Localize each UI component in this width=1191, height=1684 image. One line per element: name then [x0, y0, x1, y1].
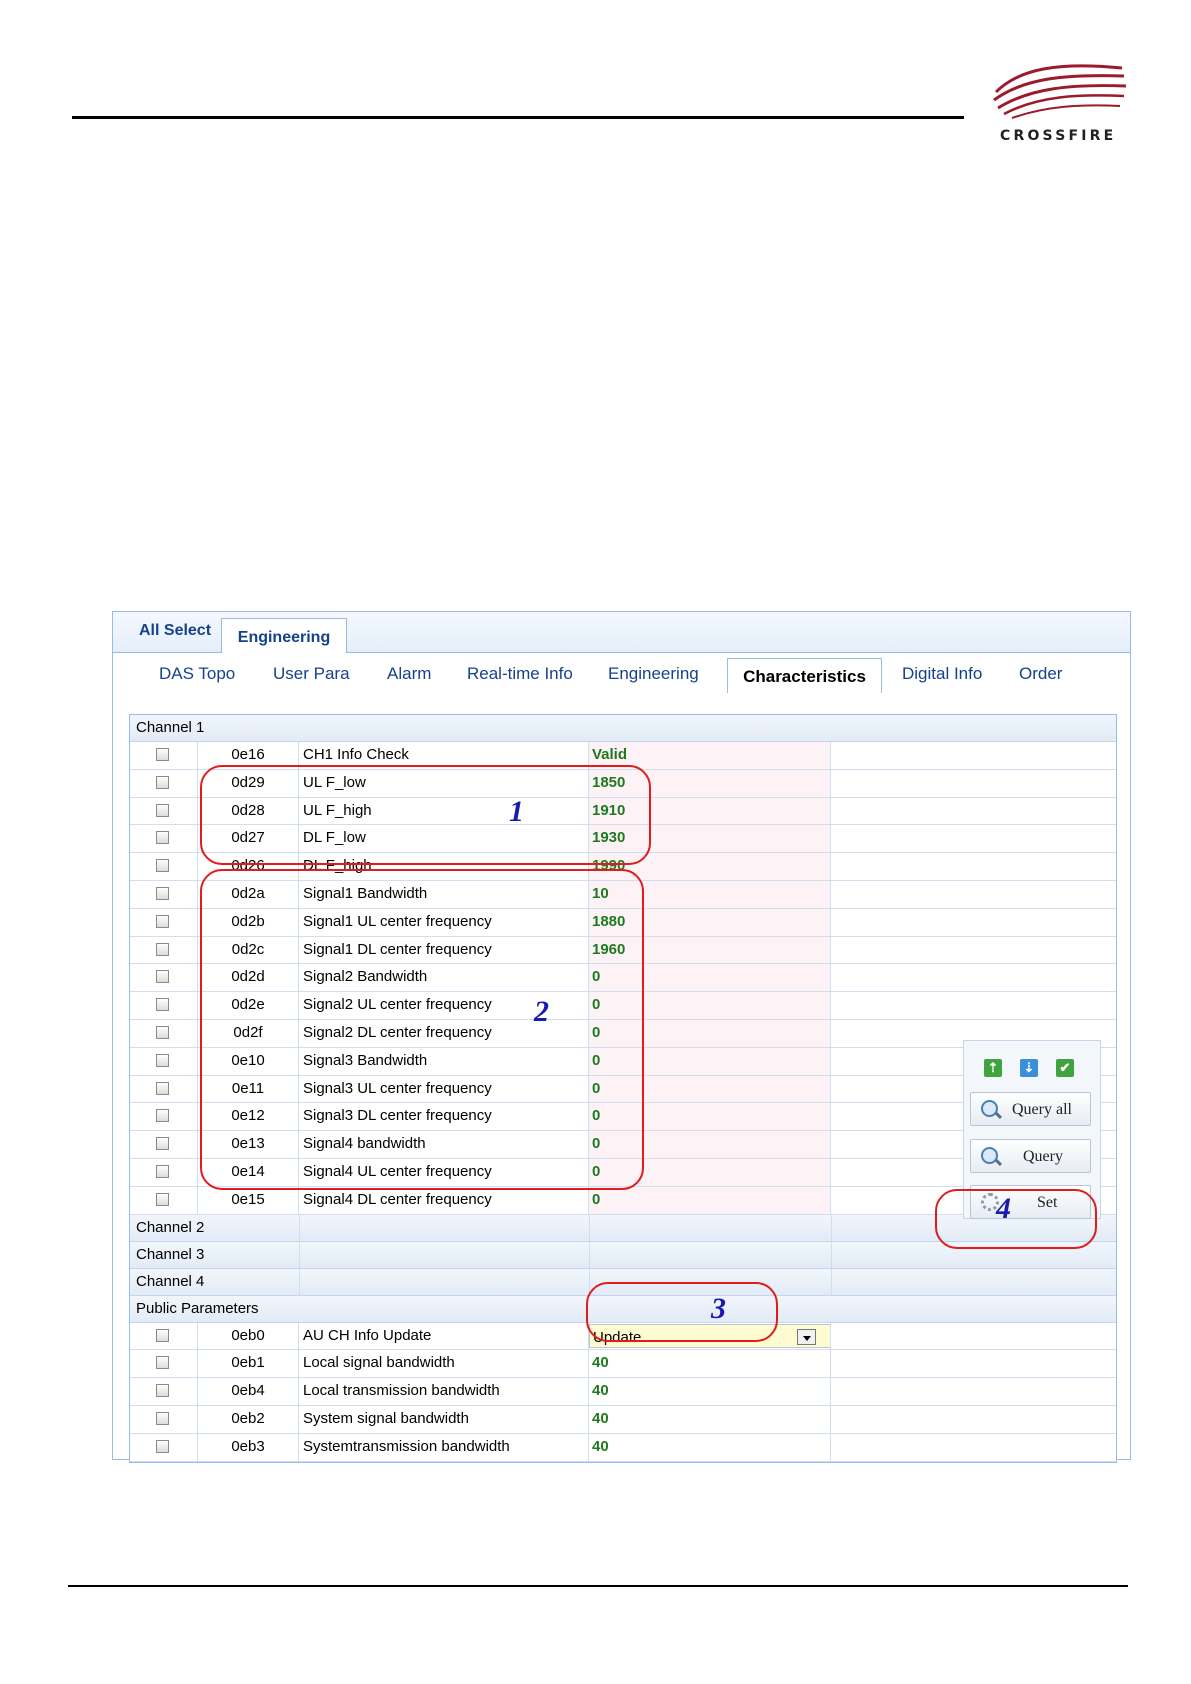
row-checkbox[interactable] — [156, 859, 169, 873]
row-checkbox[interactable] — [156, 1328, 169, 1342]
group-label: Channel 1 — [136, 719, 205, 736]
group-channel-1[interactable]: Channel 1 — [130, 715, 1116, 742]
row-checkbox[interactable] — [156, 942, 169, 956]
annotation-number-4: 4 — [996, 1192, 1011, 1225]
param-code: 0eb0 — [198, 1322, 299, 1350]
table-row: 0eb4 Local transmission bandwidth 40 — [130, 1378, 1116, 1406]
tab-real-time-info[interactable]: Real-time Info — [467, 664, 573, 684]
param-value[interactable]: 40 — [589, 1405, 831, 1433]
group-label: Channel 4 — [136, 1272, 205, 1290]
top-tab-bar: All Select Engineering — [113, 612, 1130, 653]
crossfire-wave-icon — [993, 64, 1127, 119]
query-all-button[interactable]: Query all — [970, 1092, 1091, 1126]
row-checkbox[interactable] — [156, 803, 169, 817]
sub-tab-bar: DAS Topo User Para Alarm Real-time Info … — [113, 653, 1130, 693]
annotation-number-1: 1 — [509, 795, 524, 828]
check-icon[interactable]: ✔ — [1056, 1059, 1074, 1077]
row-checkbox[interactable] — [156, 1081, 169, 1095]
tab-alarm[interactable]: Alarm — [387, 664, 431, 684]
param-name: AU CH Info Update — [299, 1322, 589, 1350]
param-name: Signal4 DL center frequency — [299, 1186, 589, 1214]
table-row: 0eb3 Systemtransmission bandwidth 40 — [130, 1433, 1116, 1462]
param-code: 0eb4 — [198, 1378, 299, 1405]
param-code: 0eb3 — [198, 1433, 299, 1461]
group-label: Public Parameters — [136, 1299, 259, 1317]
tab-characteristics[interactable]: Characteristics — [727, 658, 882, 693]
group-label: Channel 2 — [136, 1218, 205, 1236]
annotation-highlight-2 — [200, 869, 644, 1190]
param-name: System signal bandwidth — [299, 1405, 589, 1433]
annotation-number-2: 2 — [534, 995, 549, 1028]
header-rule — [72, 116, 964, 119]
tab-engineering-top[interactable]: Engineering — [221, 618, 347, 653]
tab-all-select[interactable]: All Select — [139, 622, 211, 640]
chevron-down-icon[interactable] — [797, 1328, 816, 1345]
query-button[interactable]: Query — [970, 1139, 1091, 1173]
row-checkbox[interactable] — [156, 970, 169, 984]
annotation-highlight-4 — [935, 1189, 1097, 1249]
table-row: 0eb1 Local signal bandwidth 40 — [130, 1350, 1116, 1379]
group-label: Channel 3 — [136, 1245, 205, 1263]
param-value[interactable]: 0 — [589, 1186, 831, 1214]
tab-das-topo[interactable]: DAS Topo — [159, 664, 235, 684]
row-checkbox[interactable] — [156, 1384, 169, 1398]
param-name: Systemtransmission bandwidth — [299, 1433, 589, 1461]
param-value[interactable]: 40 — [589, 1433, 831, 1461]
brand-name: CROSSFIRE — [1000, 128, 1117, 144]
param-value[interactable]: 40 — [589, 1378, 831, 1405]
footer-rule — [68, 1585, 1128, 1587]
row-checkbox[interactable] — [156, 831, 169, 845]
annotation-highlight-1 — [200, 765, 651, 865]
param-code: 0eb2 — [198, 1405, 299, 1433]
row-checkbox[interactable] — [156, 1025, 169, 1039]
tab-engineering[interactable]: Engineering — [608, 664, 699, 684]
tab-user-para[interactable]: User Para — [273, 664, 350, 684]
table-row: 0eb2 System signal bandwidth 40 — [130, 1405, 1116, 1434]
upload-icon[interactable]: ⇡ — [984, 1059, 1002, 1077]
brand-logo: CROSSFIRE — [990, 48, 1130, 148]
tab-digital-info[interactable]: Digital Info — [902, 664, 982, 684]
row-checkbox[interactable] — [156, 914, 169, 928]
row-checkbox[interactable] — [156, 1411, 169, 1425]
param-code: 0e15 — [198, 1186, 299, 1214]
row-checkbox[interactable] — [156, 1109, 169, 1123]
row-checkbox[interactable] — [156, 998, 169, 1012]
row-checkbox[interactable] — [156, 1164, 169, 1178]
annotation-highlight-3 — [586, 1282, 778, 1342]
row-checkbox[interactable] — [156, 1192, 169, 1206]
param-name: Local transmission bandwidth — [299, 1378, 589, 1405]
row-checkbox[interactable] — [156, 1356, 169, 1370]
row-checkbox[interactable] — [156, 886, 169, 900]
row-checkbox[interactable] — [156, 775, 169, 789]
param-name: Local signal bandwidth — [299, 1350, 589, 1378]
search-icon — [981, 1147, 998, 1164]
download-icon[interactable]: ⇣ — [1020, 1059, 1038, 1077]
search-icon — [981, 1100, 998, 1117]
param-value[interactable]: 40 — [589, 1350, 831, 1378]
row-checkbox[interactable] — [156, 1137, 169, 1151]
tab-order[interactable]: Order — [1019, 664, 1062, 684]
param-code: 0eb1 — [198, 1350, 299, 1378]
row-checkbox[interactable] — [156, 1439, 169, 1453]
annotation-number-3: 3 — [711, 1292, 726, 1325]
row-checkbox[interactable] — [156, 1053, 169, 1067]
row-checkbox[interactable] — [156, 748, 169, 761]
